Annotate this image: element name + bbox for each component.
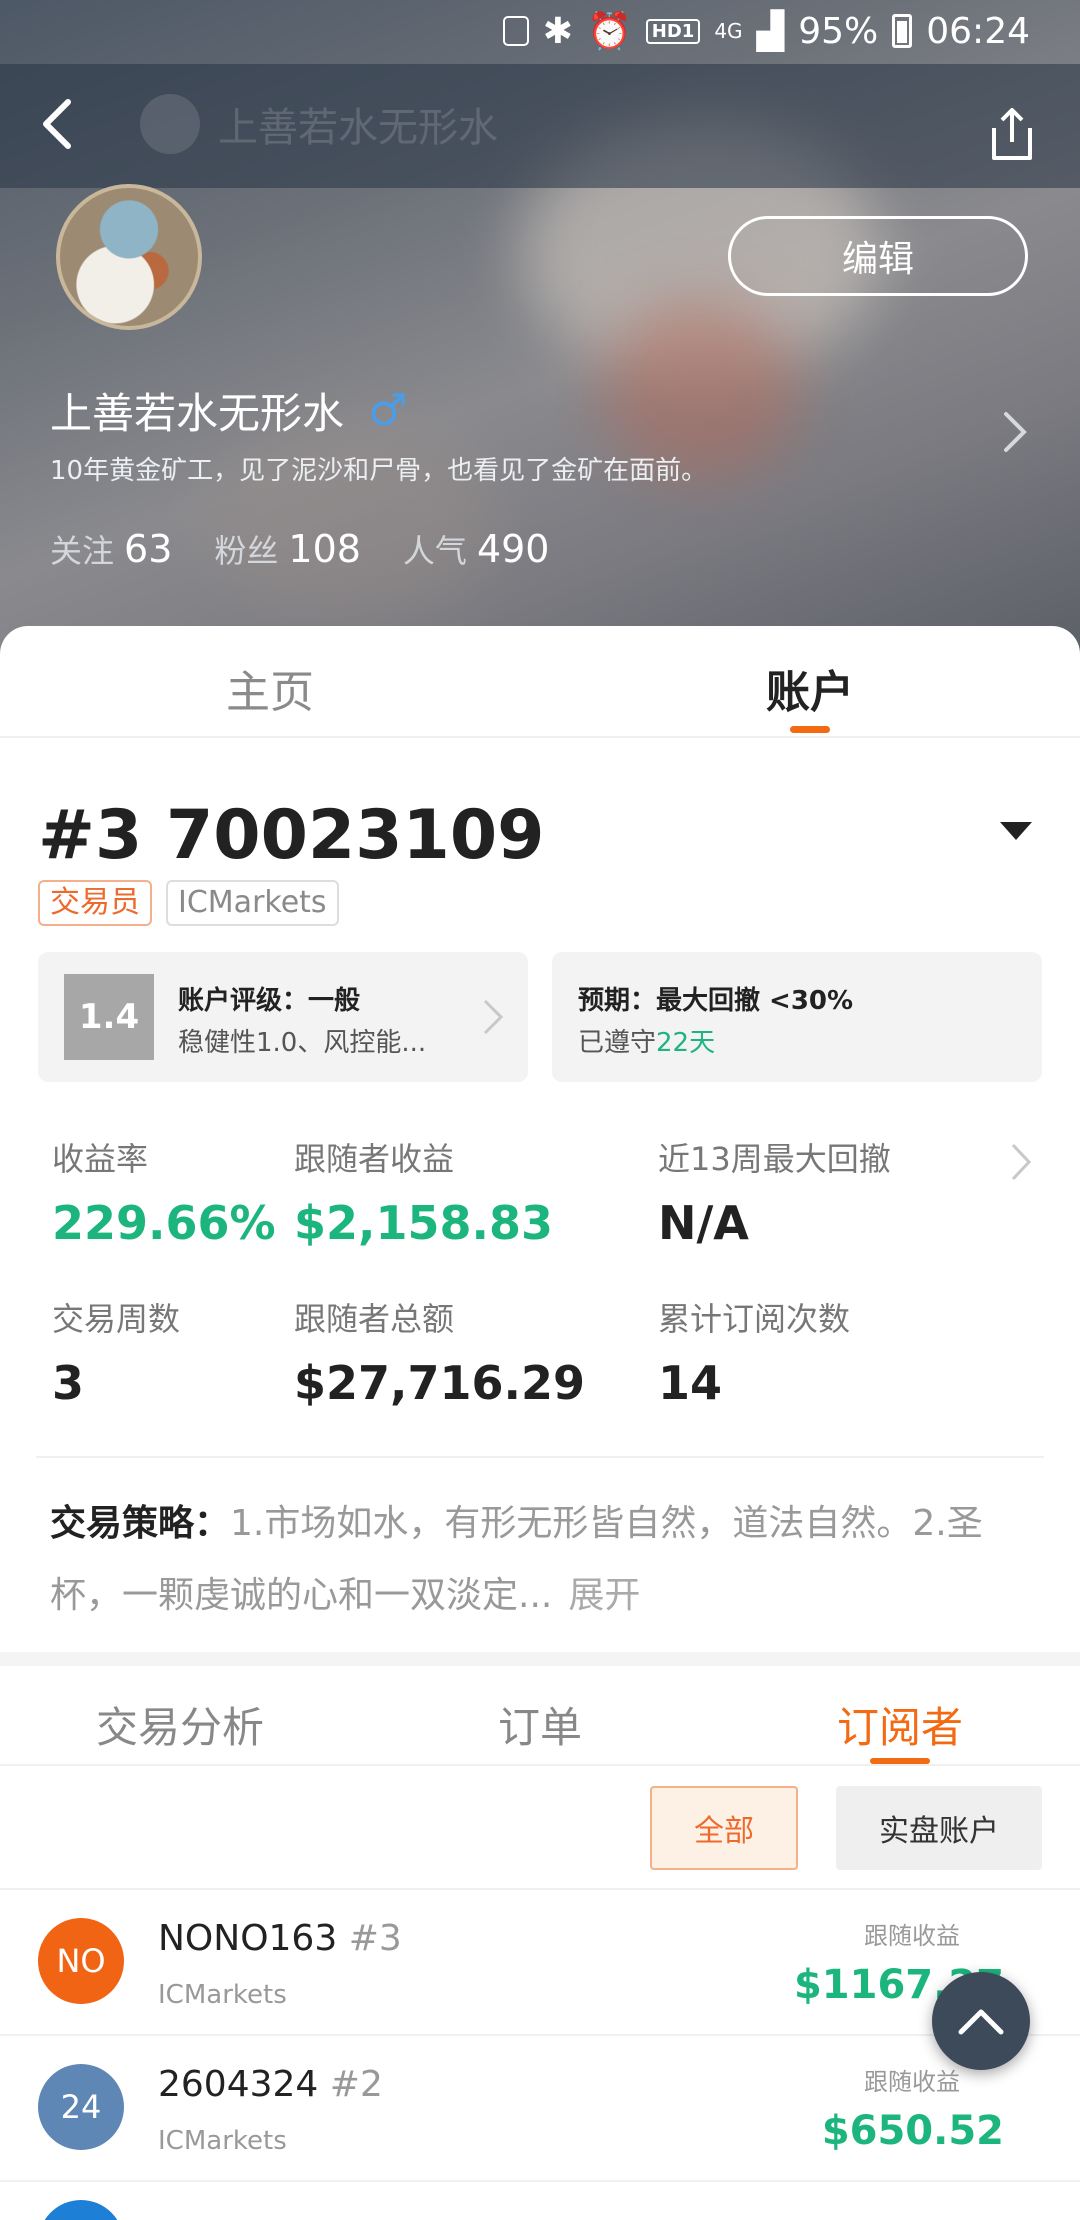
metric-subscription-count: 累计订阅次数 14 (658, 1300, 851, 1410)
recycle-icon (502, 16, 529, 46)
scroll-to-top-button[interactable] (932, 1972, 1030, 2070)
stat-popularity: 人气 490 (402, 527, 550, 571)
back-arrow-icon[interactable] (30, 94, 90, 154)
stat-followers[interactable]: 粉丝 108 (214, 526, 361, 572)
subscriber-broker: ICMarkets (158, 2126, 287, 2156)
expectation-status: 已遵守22天 (578, 1028, 716, 1058)
expectation-title: 预期：最大回撤 <30% (578, 986, 854, 1016)
tab-subscribers[interactable]: 订阅者 (740, 1694, 1060, 1755)
subscriber-row[interactable]: NO NONO163 #3 ICMarkets 跟随收益 $1167.27 (0, 1888, 1080, 2034)
tab-trade-analysis[interactable]: 交易分析 (20, 1694, 340, 1755)
follow-profit-label: 跟随收益 (864, 2068, 960, 2096)
signal-icon: ▟ (756, 10, 785, 52)
subscriber-row[interactable] (0, 2180, 1080, 2220)
tab-home[interactable]: 主页 (120, 656, 420, 720)
profile-page: ✱ ⏰ HD1 4G ▟ 95% 06:24 上善若水无形水 编辑 上善若水无形… (0, 0, 1080, 2220)
metric-max-drawdown[interactable]: 近13周最大回撤 N/A (658, 1134, 891, 1250)
tab-account[interactable]: 账户 (660, 656, 960, 720)
chevron-right-icon[interactable] (1010, 1142, 1032, 1182)
subscriber-avatar: 24 (38, 2064, 124, 2150)
metric-trading-weeks: 交易周数 3 (52, 1300, 181, 1410)
clock: 06:24 (926, 10, 1030, 52)
chevron-right-icon[interactable] (1002, 410, 1028, 454)
profile-avatar[interactable] (56, 184, 202, 330)
rating-score: 1.4 (64, 974, 154, 1060)
nav-title-group: 上善若水无形水 (140, 94, 498, 154)
follow-profit-value: $650.52 (821, 2108, 1004, 2154)
subscriber-avatar (38, 2200, 124, 2220)
profile-name: 上善若水无形水 (50, 389, 345, 438)
nav-title: 上善若水无形水 (218, 105, 498, 151)
male-gender-icon: ♂ (368, 385, 408, 436)
alarm-icon: ⏰ (586, 11, 632, 52)
account-card: 主页 账户 #3 70023109 交易员 ICMarkets 1.4 账户评级… (0, 626, 1080, 2220)
subscriber-avatar: NO (38, 1918, 124, 2004)
hd-badge: HD1 (645, 18, 701, 44)
subscriber-broker: ICMarkets (158, 1980, 287, 2010)
profile-stats: 关注 63 粉丝 108 人气 490 (50, 526, 549, 572)
metric-follower-profit: 跟随者收益 $2,158.83 (294, 1140, 553, 1250)
subscriber-row[interactable]: 24 2604324 #2 ICMarkets 跟随收益 $650.52 (0, 2034, 1080, 2180)
rating-detail: 稳健性1.0、风控能... (178, 1028, 427, 1058)
share-icon[interactable] (984, 104, 1040, 164)
rating-title: 账户评级：一般 (178, 986, 361, 1016)
filter-all-button[interactable]: 全部 (650, 1786, 798, 1870)
follow-profit-label: 跟随收益 (864, 1922, 960, 1950)
section-gap (0, 1652, 1080, 1666)
nav-avatar (140, 94, 200, 154)
expectation-days: 22天 (656, 1028, 716, 1058)
trading-strategy: 交易策略：1.市场如水，有形无形皆自然，道法自然。2.圣杯，一颗虔诚的心和一双淡… (50, 1488, 1030, 1632)
account-number: #3 70023109 (38, 796, 545, 875)
metric-follower-total: 跟随者总额 $27,716.29 (294, 1300, 586, 1410)
edit-profile-button[interactable]: 编辑 (728, 216, 1028, 296)
chevron-right-icon (483, 999, 504, 1035)
nav-bar: 上善若水无形水 (0, 64, 1080, 188)
network-label: 4G (714, 19, 743, 43)
battery-percent: 95% (798, 10, 879, 52)
battery-icon (892, 14, 913, 48)
profile-header-background: ✱ ⏰ HD1 4G ▟ 95% 06:24 上善若水无形水 编辑 上善若水无形… (0, 0, 1080, 660)
account-rating-box[interactable]: 1.4 账户评级：一般 稳健性1.0、风控能... (38, 952, 528, 1082)
broker-tag: ICMarkets (166, 880, 339, 926)
bluetooth-icon: ✱ (542, 10, 573, 52)
active-tab-indicator (790, 726, 830, 733)
account-dropdown-icon[interactable] (1000, 822, 1032, 840)
stat-following[interactable]: 关注 63 (50, 526, 172, 572)
filter-real-account-button[interactable]: 实盘账户 (836, 1786, 1042, 1870)
expectation-box[interactable]: 预期：最大回撤 <30% 已遵守22天 (552, 952, 1042, 1082)
profile-tabs: 主页 账户 (0, 626, 1080, 738)
divider (36, 1456, 1044, 1458)
status-bar: ✱ ⏰ HD1 4G ▟ 95% 06:24 (0, 0, 1080, 64)
tab-orders[interactable]: 订单 (380, 1694, 700, 1755)
profile-bio: 10年黄金矿工，见了泥沙和尸骨，也看见了金矿在面前。 (50, 456, 708, 486)
strategy-label: 交易策略： (50, 1503, 231, 1544)
subscriber-name: NONO163 #3 (158, 1918, 402, 1959)
chevron-up-icon (958, 2009, 1004, 2035)
profile-name-row: 上善若水无形水 ♂ (50, 380, 407, 441)
account-sub-tabs: 交易分析 订单 订阅者 (0, 1666, 1080, 1766)
subscriber-name: 2604324 #2 (158, 2064, 383, 2105)
active-tab-indicator (870, 1758, 930, 1764)
expand-link[interactable]: 展开 (568, 1575, 640, 1616)
trader-tag: 交易员 (38, 880, 152, 926)
metric-return-rate: 收益率 229.66% (52, 1140, 276, 1250)
